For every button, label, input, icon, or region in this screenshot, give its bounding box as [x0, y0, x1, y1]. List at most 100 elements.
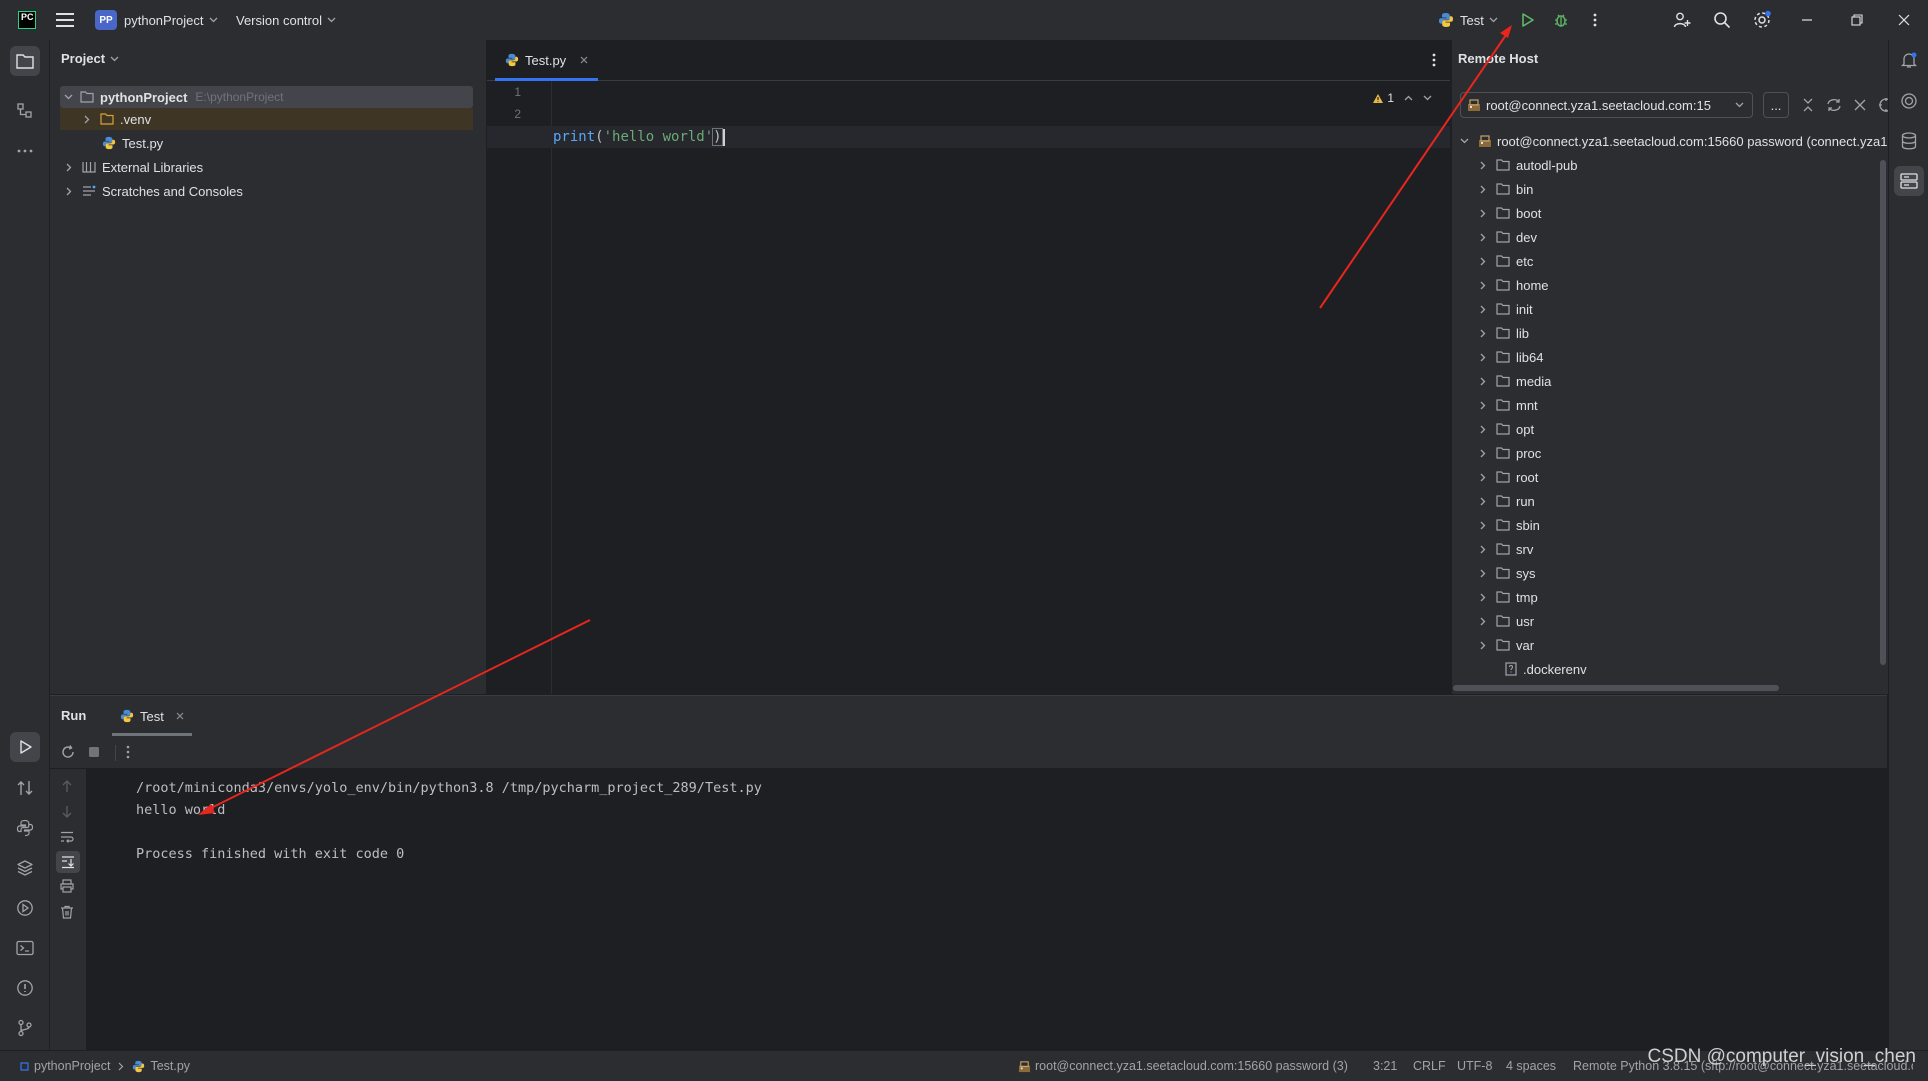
search-everywhere-button[interactable] — [1713, 0, 1731, 40]
problems-tool-button[interactable] — [13, 976, 37, 1000]
status-encoding[interactable]: UTF-8 — [1457, 1051, 1492, 1081]
remote-folder-item[interactable]: media — [1480, 369, 1551, 393]
inspection-widget[interactable]: 1 — [1372, 91, 1432, 105]
chevron-up-icon[interactable] — [1404, 95, 1413, 101]
refresh-button[interactable] — [1825, 96, 1843, 114]
stop-button[interactable] — [88, 746, 100, 758]
run-console-output[interactable]: /root/miniconda3/envs/yolo_env/bin/pytho… — [87, 769, 1887, 1051]
remote-folder-item[interactable]: etc — [1480, 249, 1533, 273]
status-connection[interactable]: root@connect.yza1.seetacloud.com:15660 p… — [1018, 1051, 1348, 1081]
code-line-3[interactable]: print('hello world') — [553, 126, 725, 148]
ai-assistant-button[interactable] — [1897, 89, 1921, 113]
version-control-menu[interactable]: Version control — [236, 0, 336, 40]
remote-host-connection-select[interactable]: root@connect.yza1.seetacloud.com:15 — [1460, 92, 1753, 118]
terminal-tool-button[interactable] — [13, 936, 37, 960]
run-config-selector[interactable]: Test — [1438, 0, 1498, 40]
breadcrumb-project[interactable]: pythonProject — [34, 1059, 110, 1073]
debug-button[interactable] — [1553, 0, 1569, 40]
database-button[interactable] — [1897, 129, 1921, 153]
project-panel-title[interactable]: Project — [61, 51, 119, 66]
collapse-all-button[interactable] — [1799, 96, 1817, 114]
chevron-right-icon[interactable] — [1480, 641, 1486, 650]
remote-folder-item[interactable]: mnt — [1480, 393, 1538, 417]
more-actions-button[interactable] — [1593, 0, 1597, 40]
chevron-right-icon[interactable] — [1480, 185, 1486, 194]
tree-item-venv[interactable]: .venv — [60, 108, 473, 130]
git-tool-button[interactable] — [13, 1016, 37, 1040]
chevron-right-icon[interactable] — [1480, 449, 1486, 458]
chevron-right-icon[interactable] — [1480, 305, 1486, 314]
status-indent[interactable]: 4 spaces — [1506, 1051, 1556, 1081]
run-more-button[interactable] — [126, 745, 130, 759]
chevron-down-icon[interactable] — [1460, 138, 1469, 144]
scroll-to-end-button[interactable] — [56, 851, 80, 873]
remote-tree-vertical-scrollbar[interactable] — [1880, 160, 1886, 665]
tree-item-external-libraries[interactable]: External Libraries — [60, 156, 203, 178]
chevron-right-icon[interactable] — [1480, 161, 1486, 170]
settings-button[interactable] — [1752, 0, 1772, 40]
chevron-right-icon[interactable] — [1480, 569, 1486, 578]
python-packages-tool-button[interactable] — [13, 816, 37, 840]
remote-folder-item[interactable]: opt — [1480, 417, 1534, 441]
run-tool-button[interactable] — [10, 732, 40, 762]
remote-folder-item[interactable]: sbin — [1480, 513, 1540, 537]
remote-tree-root[interactable]: root@connect.yza1.seetacloud.com:15660 p… — [1460, 129, 1887, 153]
remote-file-dockerenv[interactable]: .dockerenv — [1505, 657, 1587, 681]
chevron-right-icon[interactable] — [1480, 473, 1486, 482]
notifications-button[interactable] — [1897, 48, 1921, 72]
editor-tab-test-py[interactable]: Test.py — [495, 40, 599, 81]
chevron-down-icon[interactable] — [1423, 95, 1432, 101]
chevron-right-icon[interactable] — [1480, 233, 1486, 242]
disconnect-button[interactable] — [1851, 96, 1869, 114]
clear-all-button[interactable] — [60, 905, 74, 919]
remote-folder-item[interactable]: srv — [1480, 537, 1533, 561]
tree-item-test-py[interactable]: Test.py — [60, 132, 163, 154]
close-window-button[interactable] — [1898, 0, 1910, 40]
remote-folder-item[interactable]: run — [1480, 489, 1535, 513]
remote-folder-item[interactable]: var — [1480, 633, 1534, 657]
chevron-down-icon[interactable] — [64, 94, 73, 100]
structure-tool-button[interactable] — [13, 99, 37, 123]
remote-folder-item[interactable]: tmp — [1480, 585, 1538, 609]
remote-folder-item[interactable]: init — [1480, 297, 1533, 321]
soft-wrap-button[interactable] — [60, 831, 74, 843]
editor-tab-options-button[interactable] — [1432, 53, 1436, 67]
remote-folder-item[interactable]: lib — [1480, 321, 1529, 345]
main-menu-button[interactable] — [56, 0, 74, 40]
app-logo[interactable]: PC — [18, 0, 36, 40]
chevron-right-icon[interactable] — [1480, 353, 1486, 362]
run-button[interactable] — [1519, 0, 1535, 40]
close-icon[interactable] — [176, 712, 184, 720]
chevron-right-icon[interactable] — [1480, 209, 1486, 218]
remote-folder-item[interactable]: usr — [1480, 609, 1534, 633]
remote-folder-item[interactable]: sys — [1480, 561, 1536, 585]
status-line-ending[interactable]: CRLF — [1413, 1051, 1446, 1081]
remote-folder-item[interactable]: home — [1480, 273, 1549, 297]
chevron-right-icon[interactable] — [1480, 281, 1486, 290]
more-tools-button[interactable] — [13, 139, 37, 163]
chevron-right-icon[interactable] — [1480, 329, 1486, 338]
rerun-button[interactable] — [61, 745, 75, 759]
breadcrumb-file[interactable]: Test.py — [150, 1059, 190, 1073]
services-tool-button[interactable] — [13, 896, 37, 920]
remote-folder-item[interactable]: autodl-pub — [1480, 153, 1577, 177]
chevron-right-icon[interactable] — [84, 115, 90, 124]
chevron-right-icon[interactable] — [1480, 545, 1486, 554]
project-selector[interactable]: PP pythonProject — [95, 0, 218, 40]
remote-folder-item[interactable]: lib64 — [1480, 345, 1543, 369]
layers-tool-button[interactable] — [13, 856, 37, 880]
remote-host-tool-button[interactable] — [1894, 166, 1924, 196]
tree-item-project-root[interactable]: pythonProject E:\pythonProject — [60, 86, 473, 108]
remote-folder-item[interactable]: boot — [1480, 201, 1541, 225]
scroll-up-button[interactable] — [61, 779, 73, 793]
chevron-right-icon[interactable] — [66, 163, 72, 172]
minimize-window-button[interactable] — [1801, 0, 1813, 40]
remote-tree-horizontal-scrollbar[interactable] — [1453, 685, 1779, 691]
chevron-right-icon[interactable] — [1480, 377, 1486, 386]
chevron-right-icon[interactable] — [66, 187, 72, 196]
close-icon[interactable] — [580, 56, 588, 64]
code-with-me-button[interactable] — [1673, 0, 1691, 40]
remote-folder-item[interactable]: bin — [1480, 177, 1533, 201]
file-transfer-tool-button[interactable] — [13, 776, 37, 800]
chevron-right-icon[interactable] — [1480, 401, 1486, 410]
